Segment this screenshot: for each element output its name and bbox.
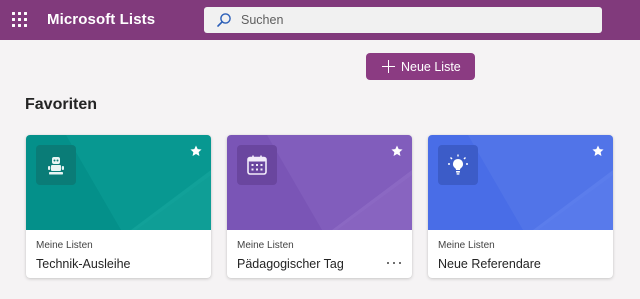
app-header: Microsoft Lists Suchen [0,0,640,40]
card-banner [227,135,412,230]
card-title[interactable]: Pädagogischer Tag [237,257,344,271]
card-subtitle: Meine Listen [36,240,93,251]
search-icon [217,13,231,27]
search-placeholder: Suchen [241,13,284,27]
favorites-heading: Favoriten [25,96,98,113]
list-card-technik-ausleihe[interactable]: Meine Listen Technik-Ausleihe [26,135,211,278]
card-subtitle: Meine Listen [438,240,495,251]
list-card-paedagogischer-tag[interactable]: Meine Listen Pädagogischer Tag [227,135,412,278]
robot-icon [36,145,76,185]
calendar-icon [237,145,277,185]
more-options-icon[interactable] [386,259,402,267]
lightbulb-icon [438,145,478,185]
card-subtitle: Meine Listen [237,240,294,251]
waffle-icon[interactable] [12,12,28,28]
new-list-button[interactable]: Neue Liste [366,53,475,80]
card-title[interactable]: Neue Referendare [438,257,541,271]
favorite-star-icon[interactable] [591,144,605,158]
card-banner [428,135,613,230]
card-title[interactable]: Technik-Ausleihe [36,257,131,271]
favorite-star-icon[interactable] [189,144,203,158]
card-banner [26,135,211,230]
favorite-star-icon[interactable] [390,144,404,158]
search-input[interactable]: Suchen [204,7,602,33]
app-title[interactable]: Microsoft Lists [47,11,155,28]
plus-icon [382,60,395,73]
new-list-label: Neue Liste [401,60,461,74]
list-card-neue-referendare[interactable]: Meine Listen Neue Referendare [428,135,613,278]
